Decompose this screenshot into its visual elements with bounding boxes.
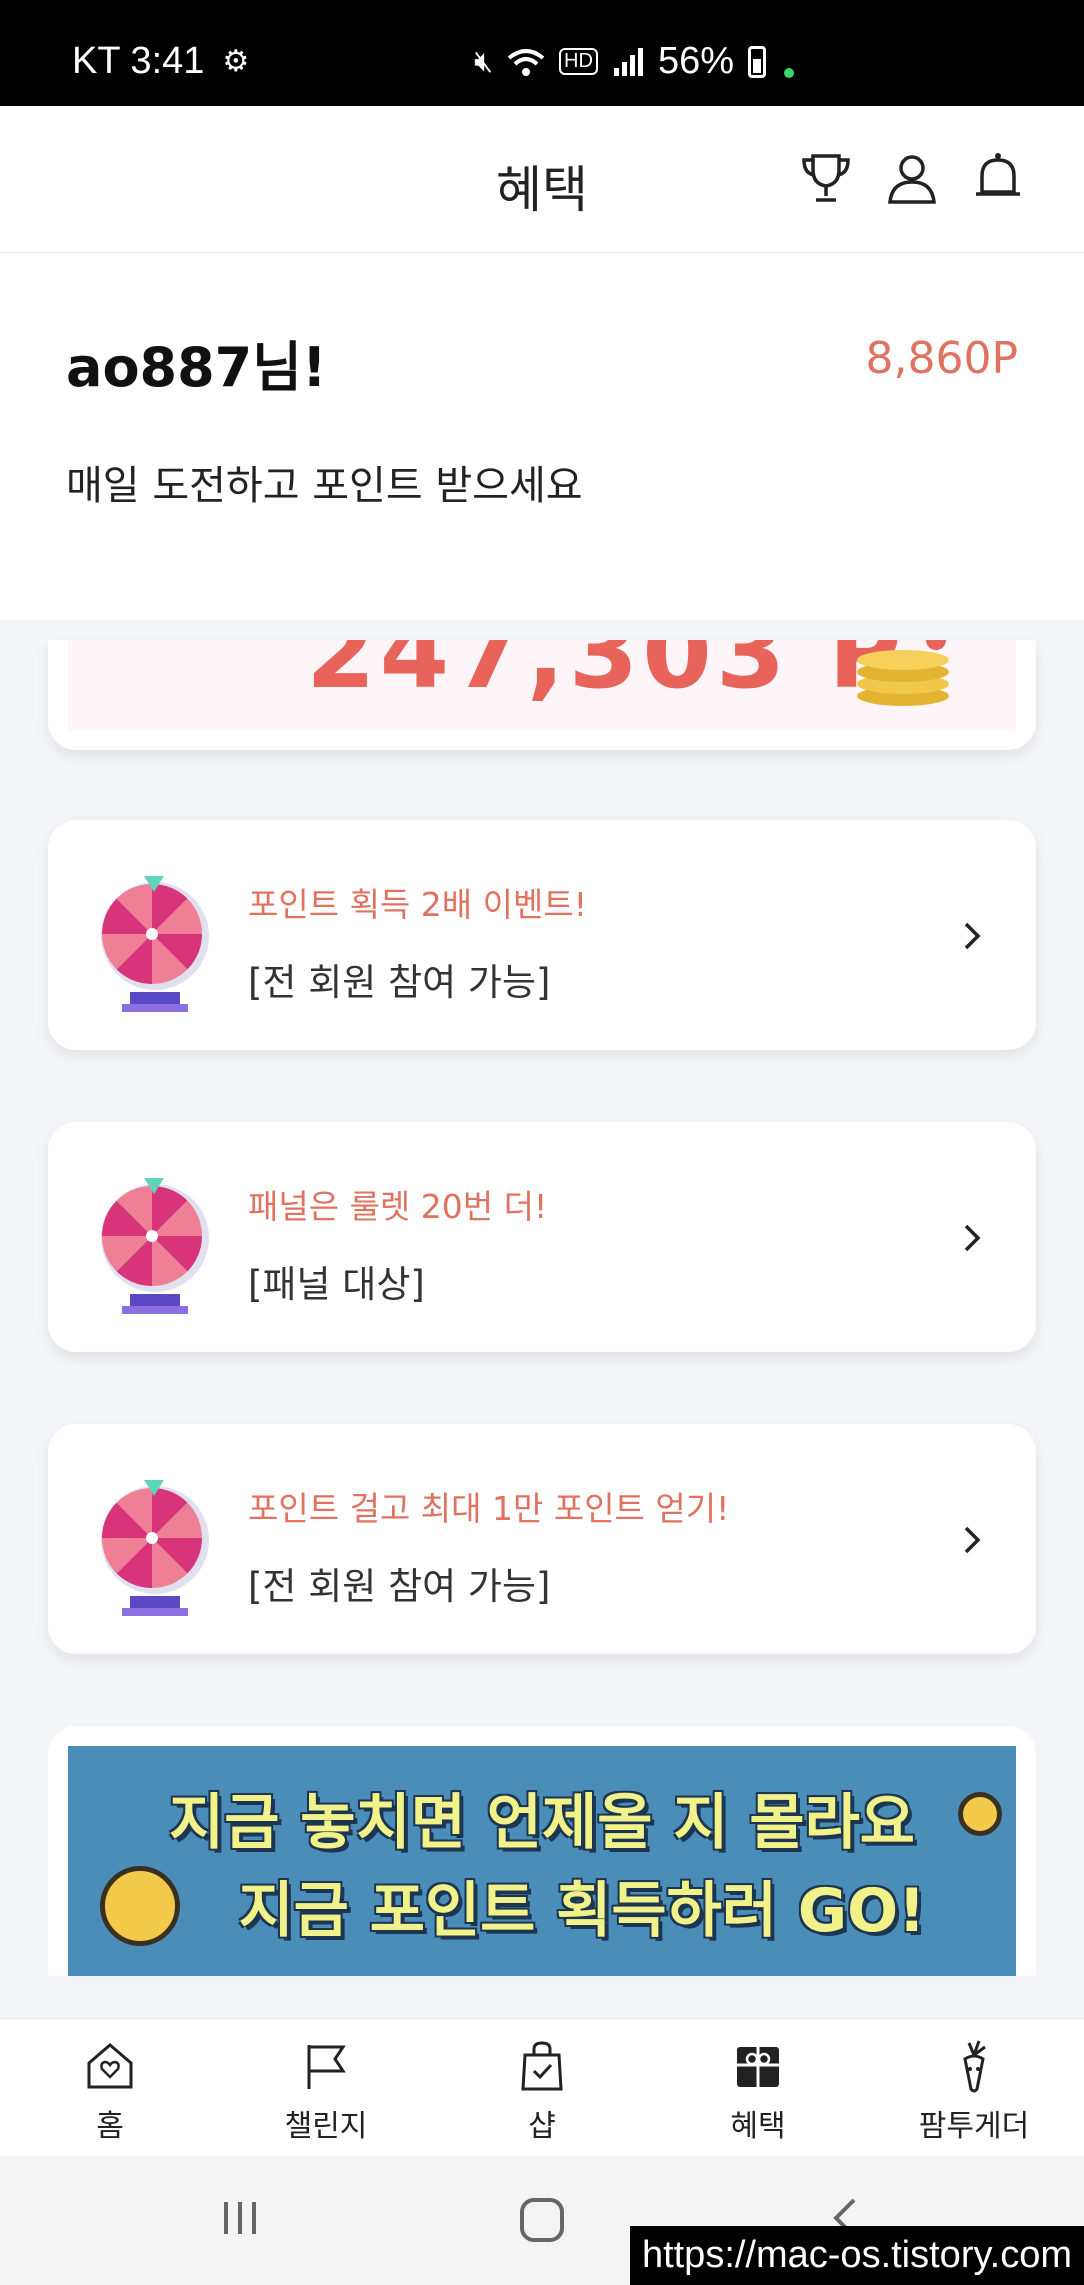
nav-label: 혜택 [730,2109,786,2144]
status-bar: KT 3:41 ⚙ 🔇︎ HD 56% [0,0,1084,106]
app-header: 혜택 [0,106,1084,253]
points-balance[interactable]: 8,860P [866,333,1019,384]
event-card-1[interactable]: 포인트 획득 2배 이벤트! [전 회원 참여 가능] [48,820,1036,1050]
carrot-icon [963,2040,986,2093]
nav-challenge[interactable]: 챌린지 [246,2039,406,2145]
total-points-banner[interactable]: 247,303 P [48,640,1036,750]
roulette-wheel-icon [101,1178,209,1314]
battery-percent: 56% [657,40,734,82]
roulette-wheel-icon [101,1480,209,1616]
user-greeting: ao887님! [66,336,327,399]
nav-label: 샵 [528,2109,556,2144]
user-icon[interactable] [882,148,942,208]
gift-icon [737,2047,779,2087]
coin-icon [958,1792,1002,1836]
banner-total-points: 247,303 P [306,640,906,711]
event-subtitle: [패널 대상] [248,1263,425,1306]
home-heart-icon [87,2043,133,2089]
chevron-right-icon [964,1224,981,1252]
event-title: 패널은 룰렛 20번 더! [248,1187,548,1226]
bottom-nav: 홈 챌린지 샵 혜택 팜투게더 [0,2018,1084,2157]
carrier-time: KT 3:41 [72,40,205,82]
trophy-icon[interactable] [796,148,856,208]
hd-badge: HD [559,48,598,75]
nav-farm-together[interactable]: 팜투게더 [894,2039,1054,2145]
banner-inner: 247,303 P [68,640,1016,730]
nav-label: 팜투게더 [918,2109,1030,2144]
chevron-right-icon [964,922,981,950]
settings-gear-icon: ⚙ [222,45,250,78]
chevron-right-icon [964,1526,981,1554]
coin-icon [100,1866,180,1946]
recent-apps-icon[interactable] [218,2196,262,2240]
event-title: 포인트 획득 2배 이벤트! [248,885,587,924]
watermark: https://mac-os.tistory.com [629,2226,1084,2285]
greeting-subtitle: 매일 도전하고 포인트 받으세요 [66,463,583,509]
nav-shop[interactable]: 샵 [462,2039,622,2145]
nav-label: 홈 [96,2109,124,2144]
signal-icon [613,47,643,76]
go-banner-card[interactable]: 지금 놓치면 언제올 지 몰라요 지금 포인트 획득하러 GO! [48,1726,1036,1976]
bell-icon[interactable] [968,148,1028,208]
event-subtitle: [전 회원 참여 가능] [248,1565,551,1608]
event-card-3[interactable]: 포인트 걸고 최대 1만 포인트 얻기! [전 회원 참여 가능] [48,1424,1036,1654]
go-banner: 지금 놓치면 언제올 지 몰라요 지금 포인트 획득하러 GO! [68,1746,1016,1976]
go-banner-line2: 지금 포인트 획득하러 GO! [238,1876,926,1946]
event-subtitle: [전 회원 참여 가능] [248,961,551,1004]
nav-label: 챌린지 [284,2109,368,2144]
go-banner-line1: 지금 놓치면 언제올 지 몰라요 [169,1788,915,1858]
mute-icon: 🔇︎ [474,44,494,78]
event-title: 포인트 걸고 최대 1만 포인트 얻기! [248,1489,730,1528]
home-button-icon[interactable] [518,2196,566,2244]
privacy-dot [784,67,794,78]
roulette-wheel-icon [101,876,209,1012]
nav-benefits[interactable]: 혜택 [678,2039,838,2145]
wifi-icon [507,48,545,76]
nav-home[interactable]: 홈 [30,2039,190,2145]
battery-icon [748,45,766,78]
coin-stack-icon [857,640,949,706]
flag-icon [307,2045,346,2089]
event-card-2[interactable]: 패널은 룰렛 20번 더! [패널 대상] [48,1122,1036,1352]
shopping-bag-icon [521,2041,563,2091]
greeting-section: ao887님! 8,860P 매일 도전하고 포인트 받으세요 [0,253,1084,620]
